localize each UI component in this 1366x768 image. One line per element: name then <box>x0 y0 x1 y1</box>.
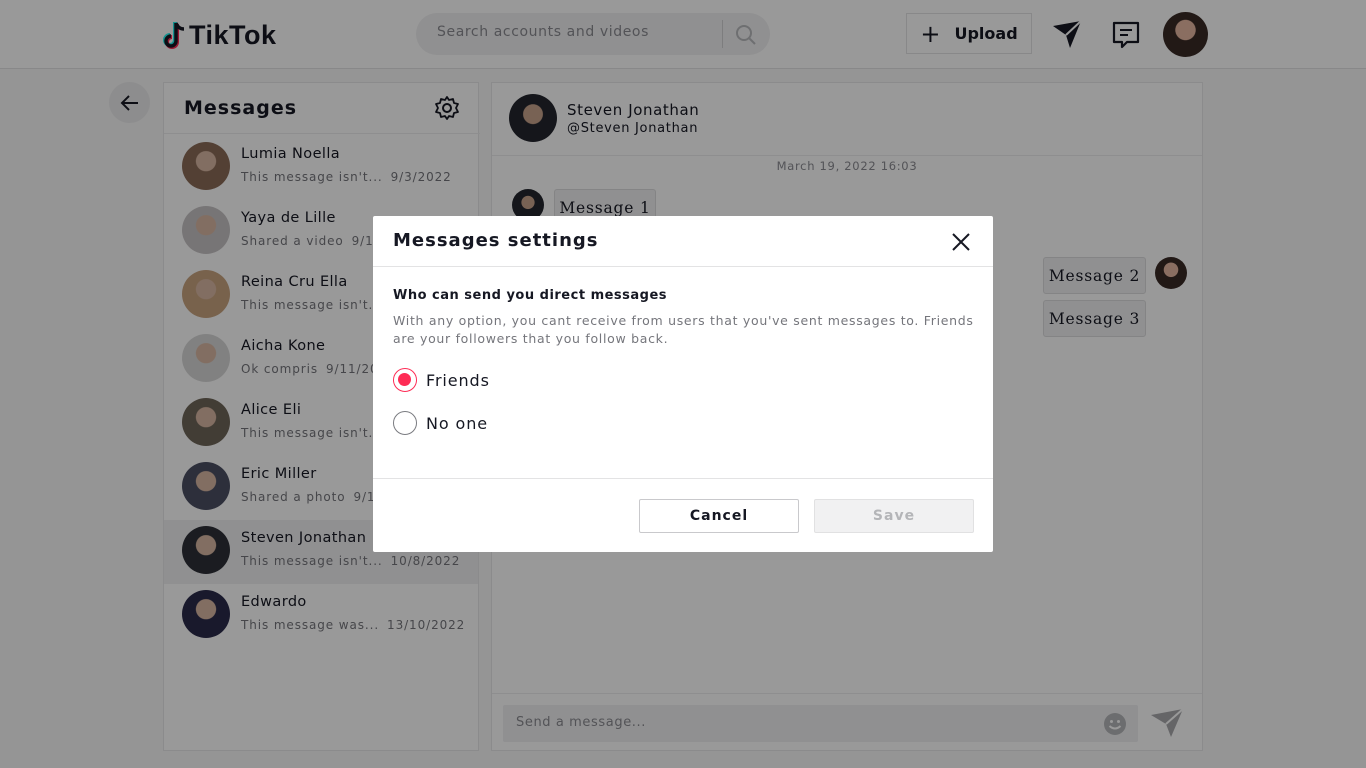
dm-permission-description: With any option, you cant receive from u… <box>393 313 974 346</box>
messages-settings-modal: Messages settings Who can send you direc… <box>373 216 993 552</box>
radio-label-no-one: No one <box>426 413 489 433</box>
modal-footer-divider <box>373 478 993 479</box>
radio-label-friends: Friends <box>426 370 490 390</box>
save-button[interactable]: Save <box>814 499 974 533</box>
dm-permission-question: Who can send you direct messages <box>393 288 668 303</box>
modal-header-divider <box>373 266 993 267</box>
radio-button-friends[interactable] <box>393 368 417 392</box>
radio-option-no-one[interactable]: No one <box>393 411 488 435</box>
modal-title: Messages settings <box>393 230 599 251</box>
radio-button-no-one[interactable] <box>393 411 417 435</box>
close-icon[interactable] <box>949 230 973 254</box>
cancel-button[interactable]: Cancel <box>639 499 799 533</box>
radio-option-friends[interactable]: Friends <box>393 368 490 392</box>
